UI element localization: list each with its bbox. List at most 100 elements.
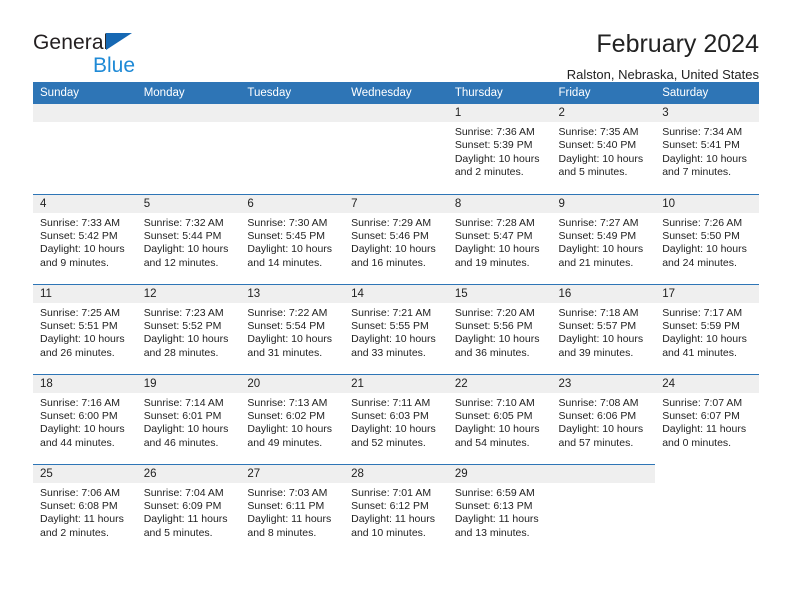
daylight-text-line1: Daylight: 10 hours xyxy=(454,333,540,346)
day-cell: 29 Sunrise: 6:59 AM Sunset: 6:13 PM Dayl… xyxy=(447,463,552,554)
sunset-text: Sunset: 6:02 PM xyxy=(247,409,326,422)
daylight-text-line2: and 39 minutes. xyxy=(558,346,634,359)
sunrise-text: Sunrise: 7:23 AM xyxy=(143,306,224,319)
daylight-text-line2: and 26 minutes. xyxy=(40,346,115,359)
daylight-text-line1: Daylight: 11 hours xyxy=(40,513,124,526)
calendar-week-row: 25 Sunrise: 7:06 AM Sunset: 6:08 PM Dayl… xyxy=(33,463,759,554)
daylight-text-line1: Daylight: 10 hours xyxy=(454,423,540,436)
day-details: Sunrise: 7:36 AM Sunset: 5:39 PM Dayligh… xyxy=(448,122,552,180)
day-cell: 24 Sunrise: 7:07 AM Sunset: 6:07 PM Dayl… xyxy=(655,373,759,464)
daylight-text-line2: and 13 minutes. xyxy=(454,526,530,539)
day-number: 14 xyxy=(344,284,448,303)
day-number: 1 xyxy=(447,104,552,122)
sunrise-text: Sunrise: 7:25 AM xyxy=(40,306,120,319)
daylight-text-line2: and 44 minutes. xyxy=(40,436,115,449)
day-details: Sunrise: 7:28 AM Sunset: 5:47 PM Dayligh… xyxy=(448,213,552,271)
daylight-text-line2: and 21 minutes. xyxy=(558,256,634,269)
day-details: Sunrise: 7:16 AM Sunset: 6:00 PM Dayligh… xyxy=(33,393,137,451)
day-details: Sunrise: 7:34 AM Sunset: 5:41 PM Dayligh… xyxy=(655,122,759,180)
daylight-text-line2: and 54 minutes. xyxy=(454,436,530,449)
day-details: Sunrise: 7:13 AM Sunset: 6:02 PM Dayligh… xyxy=(240,393,344,451)
sunset-text: Sunset: 5:51 PM xyxy=(40,319,118,332)
day-number: 28 xyxy=(344,464,448,483)
daylight-text-line2: and 52 minutes. xyxy=(351,436,426,449)
day-details: Sunrise: 7:03 AM Sunset: 6:11 PM Dayligh… xyxy=(240,483,344,541)
day-cell: 27 Sunrise: 7:03 AM Sunset: 6:11 PM Dayl… xyxy=(240,463,345,554)
sunset-text: Sunset: 5:55 PM xyxy=(351,319,429,332)
page-title: February 2024 xyxy=(596,30,759,58)
day-cell: 16 Sunrise: 7:18 AM Sunset: 5:57 PM Dayl… xyxy=(551,283,656,374)
day-details: Sunrise: 7:20 AM Sunset: 5:56 PM Dayligh… xyxy=(448,303,552,361)
daylight-text-line1: Daylight: 10 hours xyxy=(40,243,125,256)
sunset-text: Sunset: 5:42 PM xyxy=(40,229,118,242)
day-details: Sunrise: 7:08 AM Sunset: 6:06 PM Dayligh… xyxy=(552,393,656,451)
daylight-text-line1: Daylight: 10 hours xyxy=(558,243,644,256)
day-number xyxy=(551,464,656,483)
day-cell: 10 Sunrise: 7:26 AM Sunset: 5:50 PM Dayl… xyxy=(655,193,759,284)
daylight-text-line1: Daylight: 11 hours xyxy=(454,513,539,526)
day-details: Sunrise: 7:11 AM Sunset: 6:03 PM Dayligh… xyxy=(344,393,448,451)
daylight-text-line1: Daylight: 10 hours xyxy=(454,243,540,256)
day-cell xyxy=(655,464,759,554)
sunrise-text: Sunrise: 7:06 AM xyxy=(40,486,120,499)
day-cell: 9 Sunrise: 7:27 AM Sunset: 5:49 PM Dayli… xyxy=(551,193,656,284)
sunrise-text: Sunrise: 7:33 AM xyxy=(40,216,120,229)
day-number xyxy=(136,104,241,122)
sunrise-text: Sunrise: 7:18 AM xyxy=(558,306,639,319)
day-details xyxy=(137,122,241,126)
day-number: 24 xyxy=(655,374,759,393)
daylight-text-line2: and 5 minutes. xyxy=(558,166,628,179)
sunrise-text: Sunrise: 6:59 AM xyxy=(454,486,535,499)
location-subtitle: Ralston, Nebraska, United States xyxy=(566,66,759,82)
day-number: 21 xyxy=(344,374,448,393)
sunset-text: Sunset: 5:40 PM xyxy=(558,139,637,152)
day-details: Sunrise: 7:29 AM Sunset: 5:46 PM Dayligh… xyxy=(344,213,448,271)
day-details: Sunrise: 7:23 AM Sunset: 5:52 PM Dayligh… xyxy=(137,303,241,361)
calendar-week-row: 1 Sunrise: 7:36 AM Sunset: 5:39 PM Dayli… xyxy=(33,104,759,194)
sunrise-text: Sunrise: 7:35 AM xyxy=(558,126,639,138)
day-details xyxy=(240,122,344,126)
daylight-text-line2: and 33 minutes. xyxy=(351,346,426,359)
daylight-text-line1: Daylight: 10 hours xyxy=(351,243,436,256)
sunset-text: Sunset: 6:11 PM xyxy=(247,499,325,512)
daylight-text-line2: and 19 minutes. xyxy=(454,256,530,269)
sunrise-text: Sunrise: 7:22 AM xyxy=(247,306,328,319)
sunset-text: Sunset: 6:13 PM xyxy=(454,499,533,512)
sunrise-text: Sunrise: 7:21 AM xyxy=(351,306,432,319)
daylight-text-line1: Daylight: 10 hours xyxy=(143,243,229,256)
day-details xyxy=(655,482,759,486)
day-number: 9 xyxy=(551,194,656,213)
daylight-text-line1: Daylight: 10 hours xyxy=(247,333,333,346)
weekday-header-row: Sunday Monday Tuesday Wednesday Thursday… xyxy=(33,82,759,104)
sunset-text: Sunset: 5:52 PM xyxy=(143,319,222,332)
daylight-text-line1: Daylight: 10 hours xyxy=(558,152,644,165)
daylight-text-line2: and 7 minutes. xyxy=(662,166,732,179)
daylight-text-line2: and 10 minutes. xyxy=(351,526,426,539)
daylight-text-line1: Daylight: 10 hours xyxy=(143,333,229,346)
day-details: Sunrise: 7:01 AM Sunset: 6:12 PM Dayligh… xyxy=(344,483,448,541)
day-details xyxy=(33,122,137,126)
day-cell: 20 Sunrise: 7:13 AM Sunset: 6:02 PM Dayl… xyxy=(240,373,345,464)
day-details xyxy=(344,122,448,126)
sunrise-text: Sunrise: 7:07 AM xyxy=(662,396,743,409)
daylight-text-line2: and 0 minutes. xyxy=(662,436,732,449)
daylight-text-line1: Daylight: 11 hours xyxy=(662,423,747,436)
day-cell: 18 Sunrise: 7:16 AM Sunset: 6:00 PM Dayl… xyxy=(33,373,137,464)
daylight-text-line1: Daylight: 10 hours xyxy=(247,423,333,436)
daylight-text-line1: Daylight: 10 hours xyxy=(662,333,747,346)
calendar-body: 1 Sunrise: 7:36 AM Sunset: 5:39 PM Dayli… xyxy=(33,104,759,554)
day-cell: 26 Sunrise: 7:04 AM Sunset: 6:09 PM Dayl… xyxy=(136,463,241,554)
sunset-text: Sunset: 5:49 PM xyxy=(558,229,637,242)
day-cell: 28 Sunrise: 7:01 AM Sunset: 6:12 PM Dayl… xyxy=(344,463,448,554)
sunrise-sunset-calendar-table: Sunday Monday Tuesday Wednesday Thursday… xyxy=(33,82,759,554)
sunrise-text: Sunrise: 7:30 AM xyxy=(247,216,328,229)
calendar-week-row: 11 Sunrise: 7:25 AM Sunset: 5:51 PM Dayl… xyxy=(33,283,759,374)
day-details: Sunrise: 7:35 AM Sunset: 5:40 PM Dayligh… xyxy=(552,122,656,180)
day-details: Sunrise: 7:17 AM Sunset: 5:59 PM Dayligh… xyxy=(655,303,759,361)
daylight-text-line1: Daylight: 10 hours xyxy=(143,423,229,436)
daylight-text-line2: and 41 minutes. xyxy=(662,346,737,359)
logo-general-blue[interactable]: General Blue xyxy=(33,28,233,76)
day-number: 20 xyxy=(240,374,345,393)
day-number xyxy=(240,104,345,122)
sunrise-text: Sunrise: 7:28 AM xyxy=(454,216,535,229)
